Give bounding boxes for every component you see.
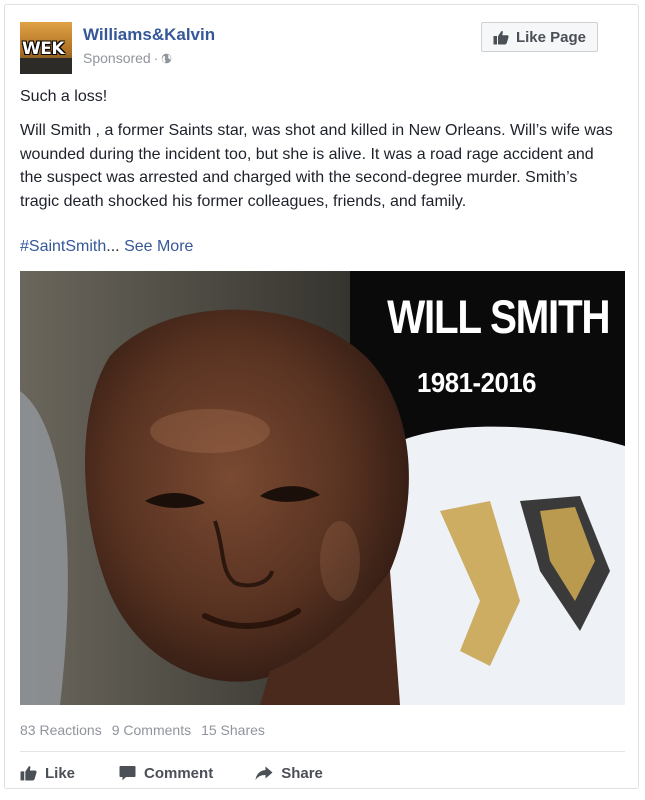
page-avatar[interactable]: WEK	[20, 22, 72, 74]
see-more-link[interactable]: See More	[124, 238, 193, 255]
hashtag-link[interactable]: #SaintSmith	[20, 238, 106, 255]
like-button[interactable]: Like	[20, 762, 75, 784]
post-hashtag-row: #SaintSmith... See More	[20, 238, 193, 256]
avatar-logo-text: WEK	[22, 39, 65, 59]
post-headline: Such a loss!	[20, 88, 108, 105]
page-name-link[interactable]: Williams&Kalvin	[83, 25, 215, 45]
image-caption-years: 1981-2016	[417, 367, 537, 398]
truncation-ellipsis: ...	[106, 238, 120, 255]
avatar-mountains	[20, 58, 72, 74]
sponsored-meta: Sponsored ·	[83, 50, 172, 66]
reactions-count[interactable]: 83 Reactions	[20, 722, 102, 738]
like-page-button[interactable]: Like Page	[481, 22, 598, 52]
comments-count[interactable]: 9 Comments	[112, 722, 191, 738]
comment-label: Comment	[144, 764, 214, 782]
image-caption-name: WILL SMITH	[386, 290, 610, 343]
post-actions-bar: Like Comment Share	[20, 762, 323, 784]
meta-separator: ·	[153, 50, 159, 66]
comment-button[interactable]: Comment	[119, 762, 213, 784]
sponsored-post-card: WEK Williams&Kalvin Sponsored · Like Pag…	[4, 4, 639, 789]
engagement-stats: 83 Reactions 9 Comments 15 Shares	[20, 722, 265, 738]
share-button[interactable]: Share	[255, 762, 323, 784]
post-body-text: Will Smith , a former Saints star, was s…	[20, 122, 613, 210]
share-label: Share	[281, 764, 323, 782]
share-arrow-icon	[255, 766, 273, 780]
thumbs-up-icon	[493, 30, 509, 44]
like-label: Like	[45, 764, 76, 782]
post-image[interactable]: WILL SMITH 1981-2016	[20, 271, 625, 705]
actions-divider	[20, 751, 625, 752]
like-page-label: Like Page	[515, 28, 587, 46]
shares-count[interactable]: 15 Shares	[201, 722, 265, 738]
globe-icon[interactable]	[161, 53, 172, 64]
thumbs-up-icon	[20, 766, 37, 781]
sponsored-label[interactable]: Sponsored	[83, 50, 151, 66]
speech-bubble-icon	[119, 766, 136, 781]
